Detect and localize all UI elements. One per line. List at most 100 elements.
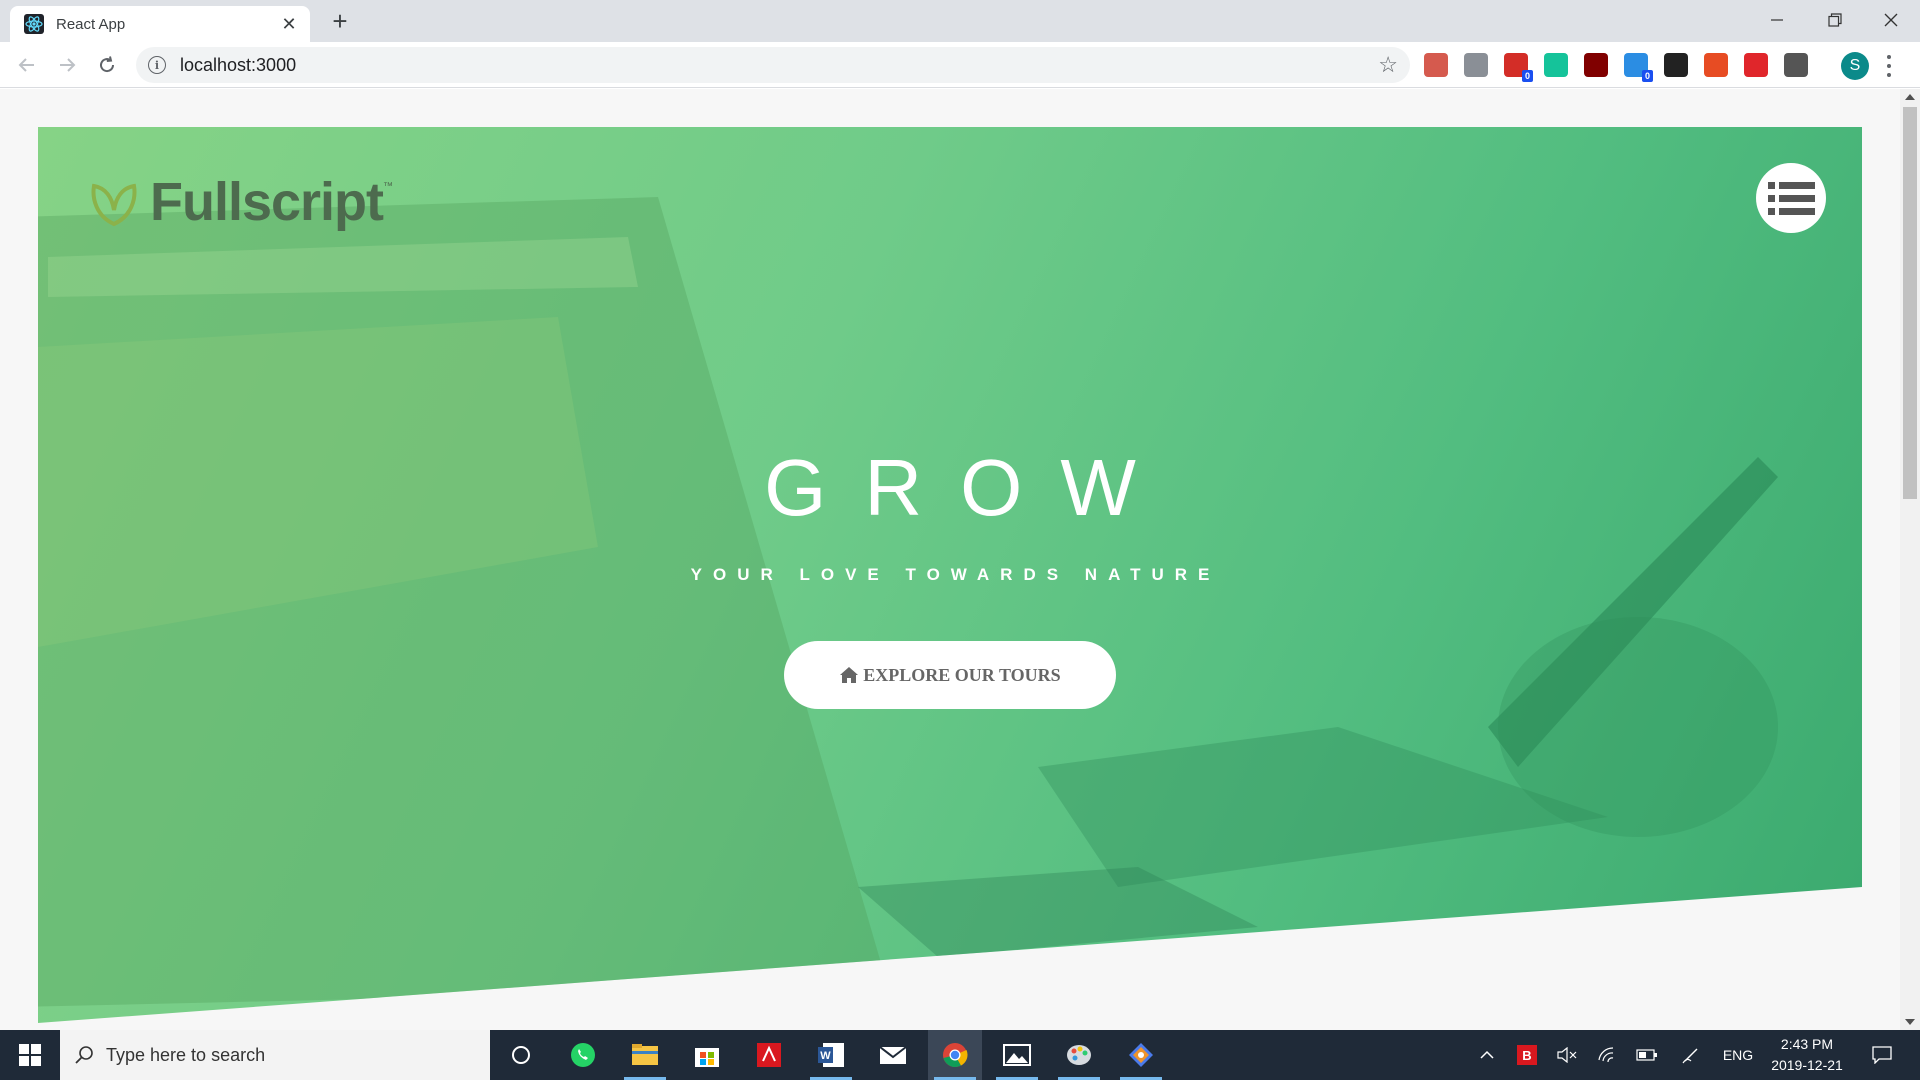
url-text[interactable]: localhost:3000 bbox=[180, 55, 296, 76]
navigation-menu-button[interactable] bbox=[1756, 163, 1826, 233]
git-icon bbox=[1129, 1043, 1153, 1067]
start-button[interactable] bbox=[0, 1030, 60, 1080]
input-language[interactable]: ENG bbox=[1718, 1030, 1758, 1080]
explore-tours-button[interactable]: EXPLORE OUR TOURS bbox=[784, 641, 1116, 709]
react-favicon-icon bbox=[24, 14, 44, 34]
honey-extension-icon[interactable]: 0 bbox=[1624, 53, 1653, 82]
scroll-down-icon[interactable] bbox=[1905, 1019, 1915, 1025]
taskbar-search[interactable]: Type here to search bbox=[60, 1030, 490, 1080]
mail-taskbar-button[interactable] bbox=[866, 1030, 920, 1080]
cortana-button[interactable] bbox=[494, 1030, 548, 1080]
browser-menu-icon[interactable] bbox=[1884, 55, 1894, 77]
chrome-icon bbox=[943, 1043, 968, 1068]
pen-icon bbox=[1682, 1048, 1698, 1064]
lastpass-extension-icon[interactable]: 0 bbox=[1504, 53, 1533, 82]
pocket-extension-icon[interactable] bbox=[1664, 53, 1688, 77]
whatsapp-icon bbox=[571, 1043, 595, 1067]
tray-app-icon: B bbox=[1517, 1045, 1537, 1065]
search-icon bbox=[75, 1046, 93, 1064]
tab-title: React App bbox=[56, 15, 126, 33]
battery-icon bbox=[1636, 1049, 1657, 1061]
arrow-right-icon bbox=[60, 58, 76, 72]
windows-logo-icon bbox=[19, 1044, 41, 1066]
browser-tab[interactable]: React App ✕ bbox=[10, 6, 310, 42]
address-bar[interactable]: i localhost:3000 ☆ bbox=[136, 47, 1410, 83]
arrow-left-icon bbox=[18, 58, 34, 72]
photos-icon bbox=[1003, 1044, 1031, 1066]
site-info-icon[interactable]: i bbox=[148, 56, 166, 74]
clock-date: 2019-12-21 bbox=[1771, 1057, 1843, 1073]
list-icon bbox=[1767, 181, 1815, 189]
json-viewer-extension-icon[interactable] bbox=[1784, 53, 1808, 77]
page-scrollbar[interactable] bbox=[1900, 89, 1920, 1030]
home-icon bbox=[840, 667, 859, 683]
volume-button[interactable] bbox=[1552, 1030, 1582, 1080]
paint-palette-icon bbox=[1067, 1045, 1091, 1065]
git-taskbar-button[interactable] bbox=[1114, 1030, 1168, 1080]
windows-taskbar: Type here to search W B ENG 2:43 PM 2019… bbox=[0, 1030, 1920, 1080]
acrobat-taskbar-button[interactable] bbox=[742, 1030, 796, 1080]
leaf-logo-icon bbox=[91, 183, 137, 227]
new-tab-button[interactable]: + bbox=[326, 8, 354, 36]
acrobat-icon bbox=[757, 1043, 781, 1067]
show-hidden-icons-button[interactable] bbox=[1474, 1030, 1500, 1080]
tab-close-icon[interactable]: ✕ bbox=[278, 14, 300, 35]
battery-button[interactable] bbox=[1632, 1030, 1662, 1080]
cortana-icon bbox=[512, 1046, 530, 1064]
profile-avatar[interactable]: S bbox=[1841, 52, 1869, 80]
hero-section: Fullscript ™ GROW YOUR LOVE TOWARDS NATU… bbox=[38, 127, 1862, 1023]
office-extension-icon[interactable] bbox=[1704, 53, 1728, 77]
restore-icon bbox=[1828, 13, 1842, 27]
hero-subtitle: YOUR LOVE TOWARDS NATURE bbox=[690, 565, 1221, 584]
logo-text: Fullscript bbox=[150, 172, 384, 232]
scroll-up-icon[interactable] bbox=[1905, 94, 1915, 100]
reload-button[interactable] bbox=[94, 52, 120, 78]
chrome-taskbar-button[interactable] bbox=[928, 1030, 982, 1080]
extension-badge: 0 bbox=[1521, 70, 1533, 82]
explore-tours-label: EXPLORE OUR TOURS bbox=[863, 664, 1061, 685]
minimize-button[interactable] bbox=[1748, 0, 1806, 40]
file-explorer-taskbar-button[interactable] bbox=[618, 1030, 672, 1080]
volume-muted-icon bbox=[1557, 1047, 1577, 1063]
browser-tab-strip: React App ✕ + bbox=[0, 0, 1920, 42]
action-center-button[interactable] bbox=[1862, 1030, 1902, 1080]
restore-button[interactable] bbox=[1806, 0, 1864, 40]
notification-icon bbox=[1872, 1046, 1892, 1064]
pdf-converter-extension-icon[interactable] bbox=[1744, 53, 1768, 77]
microsoft-store-taskbar-button[interactable] bbox=[680, 1030, 734, 1080]
pen-workspace-button[interactable] bbox=[1676, 1030, 1706, 1080]
forward-button[interactable] bbox=[54, 52, 80, 78]
back-button[interactable] bbox=[14, 52, 40, 78]
fullscript-logo[interactable]: Fullscript ™ bbox=[88, 171, 393, 233]
page-viewport: Fullscript ™ GROW YOUR LOVE TOWARDS NATU… bbox=[0, 89, 1900, 1030]
clock-time: 2:43 PM bbox=[1780, 1036, 1834, 1052]
close-icon bbox=[1884, 13, 1898, 27]
whatsapp-taskbar-button[interactable] bbox=[556, 1030, 610, 1080]
scrollbar-thumb[interactable] bbox=[1903, 107, 1917, 499]
hero-title: GROW bbox=[764, 443, 1174, 532]
word-taskbar-button[interactable]: W bbox=[804, 1030, 858, 1080]
photos-taskbar-button[interactable] bbox=[990, 1030, 1044, 1080]
bookmark-star-icon[interactable]: ☆ bbox=[1378, 54, 1398, 76]
svg-text:W: W bbox=[820, 1050, 831, 1062]
word-icon: W bbox=[818, 1043, 844, 1067]
reload-icon bbox=[100, 56, 115, 73]
close-window-button[interactable] bbox=[1862, 0, 1920, 40]
chevron-up-icon bbox=[1480, 1050, 1494, 1059]
pdf-extension-icon[interactable] bbox=[1424, 53, 1448, 77]
minimize-icon bbox=[1771, 19, 1783, 21]
taskbar-clock[interactable]: 2:43 PM 2019-12-21 bbox=[1762, 1034, 1852, 1076]
tray-app-button[interactable]: B bbox=[1512, 1030, 1542, 1080]
wifi-icon bbox=[1598, 1047, 1614, 1063]
store-icon bbox=[695, 1048, 719, 1067]
translate-extension-icon[interactable] bbox=[1464, 53, 1488, 77]
logo-trademark: ™ bbox=[383, 181, 394, 192]
browser-toolbar: i localhost:3000 ☆ 0 0 S bbox=[0, 42, 1920, 88]
svg-text:B: B bbox=[1522, 1048, 1531, 1063]
network-button[interactable] bbox=[1592, 1030, 1622, 1080]
paint3d-taskbar-button[interactable] bbox=[1052, 1030, 1106, 1080]
mail-icon bbox=[879, 1046, 907, 1064]
search-placeholder: Type here to search bbox=[106, 1044, 266, 1065]
grammarly-extension-icon[interactable] bbox=[1544, 53, 1568, 77]
ublock-extension-icon[interactable] bbox=[1584, 53, 1608, 77]
